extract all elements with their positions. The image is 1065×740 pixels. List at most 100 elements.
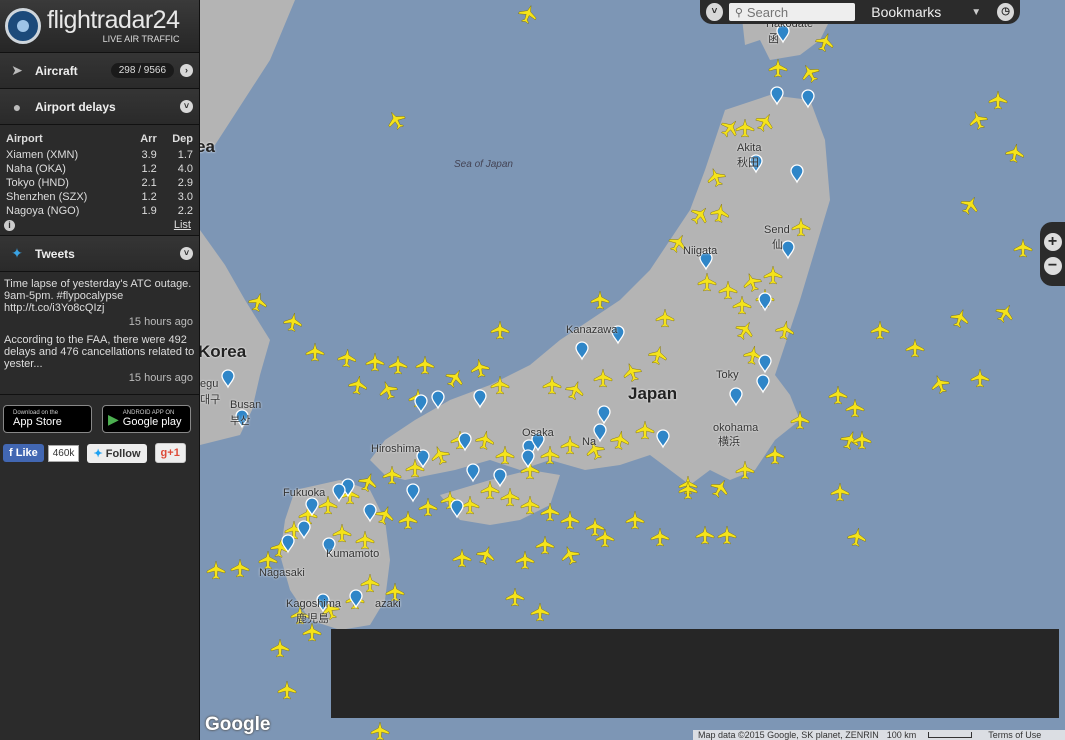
map-label-sendai: Send — [764, 224, 790, 236]
table-row[interactable]: Xiamen (XMN) 3.9 1.7 — [4, 148, 195, 162]
map-label-hakodate-jp: 函 — [768, 33, 779, 45]
search-box[interactable]: ⚲ — [728, 3, 856, 21]
map-label-miyazaki: azaki — [375, 598, 401, 610]
airport-name: Naha (OKA) — [6, 163, 66, 175]
tweet-time: 15 hours ago — [128, 316, 193, 328]
map-label-korea: Korea — [200, 342, 247, 361]
map-pin-icon: ● — [12, 98, 22, 115]
like-count: 460k — [47, 444, 80, 462]
map-attribution-bar: Map data ©2015 Google, SK planet, ZENRIN… — [693, 730, 1065, 740]
facebook-icon: f — [9, 447, 13, 459]
column-header: Airport — [6, 133, 43, 145]
map-label-sendai-jp: 仙 — [772, 239, 783, 251]
column-header: Dep — [172, 133, 193, 145]
aircraft-section-header[interactable]: ➤ Aircraft 298 / 9566 › — [0, 53, 199, 89]
google-logo: Google — [205, 714, 271, 735]
twitter-icon: ✦ — [93, 447, 103, 460]
map-label-daegu: egu — [200, 378, 219, 390]
airport-delays-section-header[interactable]: ● Airport delays ˅ — [0, 89, 199, 125]
app-store-button[interactable]: Download on the App Store — [3, 405, 92, 433]
menu-chevron-down-icon[interactable]: ˅ — [706, 3, 723, 21]
twitter-follow-button[interactable]: ✦ Follow — [87, 443, 147, 463]
follow-label: Follow — [105, 447, 141, 460]
map-label-hiroshima: Hiroshima — [371, 443, 421, 455]
facebook-like-button[interactable]: f Like — [3, 444, 44, 462]
zoom-in-button[interactable]: + — [1043, 233, 1062, 251]
airport-name: Shenzhen (SZX) — [6, 191, 88, 203]
tweets-label: Tweets — [35, 246, 75, 261]
map-label-sea-partial: ea — [200, 137, 215, 156]
airport-delays-label: Airport delays — [35, 99, 116, 114]
chevron-down-icon[interactable]: ˅ — [180, 100, 193, 113]
arr-delay: 1.9 — [141, 205, 157, 217]
clock-icon[interactable]: ◷ — [997, 3, 1015, 21]
airport-delays-panel: Airport Arr Dep Xiamen (XMN) 3.9 1.7 Naha … — [0, 125, 199, 236]
map-label-niigata: Niigata — [683, 245, 718, 257]
zoom-out-button[interactable]: − — [1043, 257, 1062, 275]
terms-link[interactable]: Terms of Use — [988, 730, 1041, 740]
map-label-nagoya: Na — [582, 436, 597, 448]
airport-name: Xiamen (XMN) — [6, 149, 79, 161]
map-data-credit: Map data ©2015 Google, SK planet, ZENRIN — [698, 730, 879, 740]
arr-delay: 2.1 — [141, 177, 157, 189]
appstore-big-text: App Store — [13, 416, 62, 428]
google-play-button[interactable]: ▶ ANDROID APP ON Google play — [102, 405, 191, 433]
map-label-busan: Busan — [230, 399, 262, 411]
airport-name: Nagoya (NGO) — [6, 205, 80, 217]
map-label-kagoshima-jp: 鹿児島 — [296, 613, 329, 625]
tweets-section-header[interactable]: ✦ Tweets ˅ — [0, 236, 199, 272]
radar-logo-icon — [5, 8, 41, 44]
map-label-japan: Japan — [628, 384, 678, 403]
table-row[interactable]: Tokyo (HND) 2.1 2.9 — [4, 176, 195, 190]
social-buttons: f Like 460k ✦ Follow g+1 — [0, 433, 199, 473]
map-label-osaka: Osaka — [522, 427, 554, 439]
search-input[interactable] — [742, 3, 854, 21]
zoom-controls: + − — [1040, 222, 1065, 286]
search-icon: ⚲ — [734, 6, 743, 19]
scale-bar — [928, 732, 973, 738]
aircraft-label: Aircraft — [35, 63, 78, 78]
gplus-label: +1 — [167, 447, 180, 459]
map-label-fukuoka: Fukuoka — [283, 487, 326, 499]
arr-delay: 1.2 — [141, 163, 157, 175]
twitter-bird-icon: ✦ — [11, 245, 23, 261]
ad-placeholder-box — [331, 629, 1059, 718]
bookmarks-button[interactable]: Bookmarks — [871, 4, 941, 20]
google-plus-button[interactable]: g+1 — [154, 443, 186, 463]
column-header: Arr — [140, 133, 157, 145]
dep-delay: 2.2 — [177, 205, 193, 217]
dep-delay: 1.7 — [177, 149, 193, 161]
like-label: Like — [15, 447, 38, 459]
map-label-sea-of-japan: Sea of Japan — [454, 159, 513, 170]
play-triangle-icon: ▶ — [108, 410, 119, 427]
map-label-akita-jp: 秋田 — [737, 157, 759, 169]
map-label-tokyo: Toky — [716, 369, 739, 381]
googleplay-big-text: Google play — [122, 416, 182, 428]
scale-label: 100 km — [886, 730, 917, 740]
info-icon[interactable]: i — [4, 219, 15, 231]
table-row[interactable]: Naha (OKA) 1.2 4.0 — [4, 162, 195, 176]
delays-table: Airport Arr Dep Xiamen (XMN) 3.9 1.7 Naha … — [4, 131, 195, 218]
arr-delay: 1.2 — [141, 191, 157, 203]
tweet-item[interactable]: Time lapse of yesterday's ATC outage. 9a… — [0, 272, 199, 328]
map-label-akita: Akita — [737, 142, 762, 154]
plane-cursor-icon: ➤ — [11, 62, 23, 78]
chevron-down-icon[interactable]: ˅ — [180, 247, 193, 260]
airport-name: Tokyo (HND) — [6, 177, 69, 189]
delays-list-link[interactable]: List — [174, 219, 195, 231]
table-row[interactable]: Nagoya (NGO) 1.9 2.2 — [4, 204, 195, 218]
sidebar: flightradar24 LIVE AIR TRAFFIC ➤ Aircraf… — [0, 0, 200, 740]
tweet-time: 15 hours ago — [128, 372, 193, 384]
logo[interactable]: flightradar24 LIVE AIR TRAFFIC — [0, 0, 199, 53]
map-label-kanazawa: Kanazawa — [566, 324, 618, 336]
table-row[interactable]: Shenzhen (SZX) 1.2 3.0 — [4, 190, 195, 204]
map-label-yokohama-jp: 横浜 — [718, 436, 740, 448]
chevron-right-icon[interactable]: › — [180, 64, 193, 77]
tweet-text: Time lapse of yesterday's ATC outage. 9a… — [4, 278, 192, 314]
map-toolbar: ˅ ⚲ Bookmarks ▼ ◷ — [700, 0, 1020, 24]
tweets-list: Time lapse of yesterday's ATC outage. 9a… — [0, 272, 199, 384]
tweet-item[interactable]: According to the FAA, there were 492 del… — [0, 328, 199, 384]
map-label-nagasaki: Nagasaki — [259, 567, 305, 579]
caret-down-icon[interactable]: ▼ — [971, 7, 981, 18]
map-label-kagoshima: Kagoshima — [286, 598, 342, 610]
